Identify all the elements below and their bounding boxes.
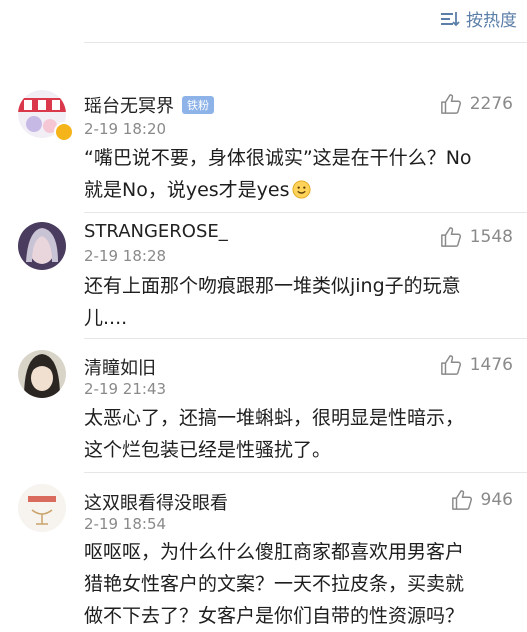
- comment-header: 按热度: [0, 0, 527, 36]
- like-count: 1476: [469, 355, 513, 375]
- timestamp: 2-19 21:43: [84, 380, 167, 398]
- thumb-up-icon: [440, 227, 461, 247]
- comment-line: 就是No，说yes才是yes: [84, 179, 290, 201]
- comment-line: 呕呕呕，为什么什么傻肛商家都喜欢用男客户: [84, 541, 465, 563]
- timestamp: 2-19 18:28: [84, 247, 167, 265]
- username[interactable]: 清瞳如旧: [84, 354, 156, 380]
- avatar-image: [18, 484, 66, 532]
- avatar[interactable]: [18, 222, 66, 270]
- like-button[interactable]: 946: [451, 489, 513, 511]
- avatar[interactable]: [18, 484, 66, 532]
- username[interactable]: 这双眼看得没眼看: [84, 489, 228, 515]
- divider: [84, 42, 527, 43]
- comment-line: 猎艳女性客户的文案？一天不拉皮条，买卖就: [84, 573, 465, 595]
- like-count: 1548: [469, 227, 513, 247]
- comment-line: 儿....: [84, 307, 128, 329]
- like-count: 946: [480, 490, 513, 510]
- sort-by-hot-button[interactable]: 按热度: [440, 6, 517, 31]
- divider: [84, 338, 527, 339]
- like-button[interactable]: 1548: [440, 226, 513, 248]
- divider: [84, 472, 527, 473]
- comment-text: “嘴巴说不要，身体很诚实”这是在干什么？No 就是No，说yes才是yes: [84, 142, 513, 206]
- comment-text: 还有上面那个吻痕跟那一堆类似jing子的玩意 儿....: [84, 270, 513, 334]
- like-count: 2276: [469, 94, 513, 114]
- thumb-up-icon: [440, 355, 461, 375]
- avatar[interactable]: [18, 350, 66, 398]
- comment-text: 太恶心了，还搞一堆蝌蚪，很明显是性暗示， 这个烂包装已经是性骚扰了。: [84, 402, 513, 466]
- fan-badge: 铁粉: [182, 96, 214, 114]
- thumb-up-icon: [440, 94, 461, 114]
- avatar-image: [18, 350, 66, 398]
- verified-badge-icon: [54, 122, 74, 142]
- like-button[interactable]: 2276: [440, 93, 513, 115]
- timestamp: 2-19 18:20: [84, 120, 167, 138]
- thumb-up-icon: [451, 490, 472, 510]
- comment-line: 还有上面那个吻痕跟那一堆类似jing子的玩意: [84, 275, 461, 297]
- smile-emoji-icon: [291, 180, 311, 199]
- timestamp: 2-19 18:54: [84, 515, 167, 533]
- sort-label: 按热度: [466, 11, 517, 31]
- sort-lines-icon: [441, 11, 460, 26]
- comment-text: 呕呕呕，为什么什么傻肛商家都喜欢用男客户 猎艳女性客户的文案？一天不拉皮条，买卖…: [84, 536, 513, 632]
- username[interactable]: STRANGEROSE_: [84, 221, 228, 242]
- username[interactable]: 瑶台无冥界: [84, 92, 174, 118]
- comment-line: 这个烂包装已经是性骚扰了。: [84, 439, 332, 461]
- like-button[interactable]: 1476: [440, 354, 513, 376]
- avatar-image: [18, 222, 66, 270]
- comment-line: 太恶心了，还搞一堆蝌蚪，很明显是性暗示，: [84, 407, 465, 429]
- comment-line: “嘴巴说不要，身体很诚实”这是在干什么？No: [84, 147, 472, 169]
- divider: [84, 212, 527, 213]
- comment-line: 做不下去了？女客户是你们自带的性资源吗？: [84, 605, 465, 627]
